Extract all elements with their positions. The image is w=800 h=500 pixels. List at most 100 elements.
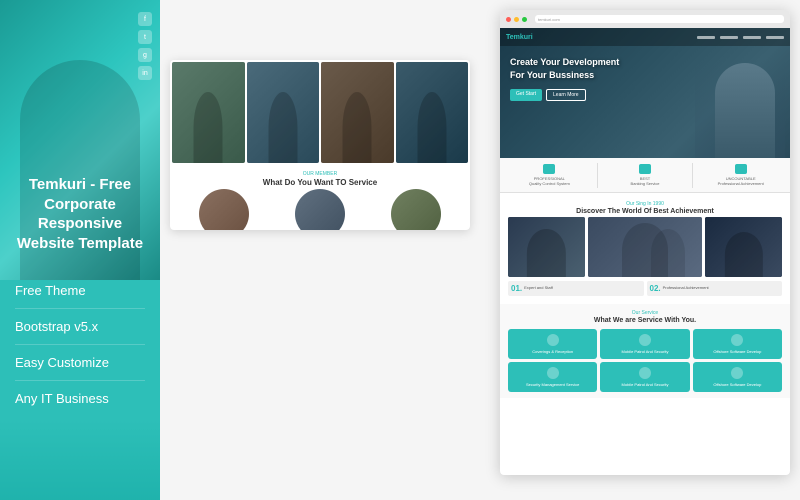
service-label-3: Offshore Software Develop <box>696 349 779 354</box>
member-section: OUR MEMBER What Do You Want TO Service E… <box>170 165 470 230</box>
service-title: What We are Service With You. <box>508 317 782 324</box>
service-label-2: Mobile Patrol And Security <box>603 349 686 354</box>
nav-link-2 <box>720 36 738 39</box>
badge-1: 01. Expert and Staff <box>508 281 644 296</box>
photo-2 <box>247 62 320 163</box>
service-icon-4 <box>547 367 559 379</box>
member-card-3: ANDERSON Member <box>371 189 462 230</box>
left-content: Temkuri - Free Corporate Responsive Webs… <box>0 0 160 436</box>
section1-title: Discover The World Of Best Achievement <box>508 208 782 215</box>
nav-link-1 <box>697 36 715 39</box>
address-bar: temkuri.com <box>535 15 784 23</box>
achievement-img-3 <box>705 217 782 277</box>
feature-any-it: Any IT Business <box>15 381 145 416</box>
service-label-6: Offshore Software Develop <box>696 382 779 387</box>
achievement-images <box>508 217 782 277</box>
stat-divider-2 <box>692 163 693 188</box>
stat-icon-1 <box>543 164 555 174</box>
service-icon-2 <box>639 334 651 346</box>
service-card-5: Mobile Patrol And Security <box>600 362 689 392</box>
nav-bar: Temkuri <box>500 28 790 46</box>
photo-strip <box>170 60 470 165</box>
linkedin-icon[interactable]: in <box>138 66 152 80</box>
service-icon-5 <box>639 367 651 379</box>
feature-bootstrap: Bootstrap v5.x <box>15 309 145 345</box>
hero-buttons: Get Start Learn More <box>510 89 619 101</box>
badge-num-1: 01. <box>511 284 522 293</box>
photo-4 <box>396 62 469 163</box>
stat-icon-3 <box>735 164 747 174</box>
left-panel: f t g in Temkuri - Free Corporate Respon… <box>0 0 160 500</box>
stat-sublabel-2: Banking Service <box>631 181 660 186</box>
badge-text-2: Professional Achievement <box>663 286 709 291</box>
achievement-img-2 <box>588 217 703 277</box>
service-label-5: Mobile Patrol And Security <box>603 382 686 387</box>
stat-3: UNCOUNTABLE Professional Achievement <box>699 164 782 186</box>
nav-link-3 <box>743 36 761 39</box>
member-cards: EDWARD RATH Author BUREL SMITH Member AN… <box>178 189 462 230</box>
hero-btn-primary[interactable]: Get Start <box>510 89 542 101</box>
member-eyebrow: OUR MEMBER <box>178 171 462 177</box>
hero-title-line2: For Your Bussiness <box>510 69 619 82</box>
service-icon-6 <box>731 367 743 379</box>
service-card-3: Offshore Software Develop <box>693 329 782 359</box>
stat-divider-1 <box>597 163 598 188</box>
service-icon-3 <box>731 334 743 346</box>
service-label-4: Security Management Service <box>511 382 594 387</box>
achievement-section: Our Sing In 1990 Discover The World Of B… <box>500 193 790 304</box>
browser-dot-green <box>522 17 527 22</box>
twitter-icon[interactable]: t <box>138 30 152 44</box>
stat-2: BEST Banking Service <box>604 164 687 186</box>
service-card-2: Mobile Patrol And Security <box>600 329 689 359</box>
social-icons-group: f t g in <box>138 12 152 80</box>
right-panel: OUR MEMBER What Do You Want TO Service E… <box>160 0 800 500</box>
browser-dot-yellow <box>514 17 519 22</box>
facebook-icon[interactable]: f <box>138 12 152 26</box>
service-card-6: Offshore Software Develop <box>693 362 782 392</box>
badge-num-2: 02. <box>650 284 661 293</box>
hero-text: Create Your Development For Your Bussine… <box>510 56 619 101</box>
service-card-4: Security Management Service <box>508 362 597 392</box>
achievement-img-1 <box>508 217 585 277</box>
feature-list: Free Theme Bootstrap v5.x Easy Customize… <box>15 273 145 416</box>
service-icon-1 <box>547 334 559 346</box>
browser-bar: temkuri.com <box>500 10 790 28</box>
service-grid: Coverings & Reception Mobile Patrol And … <box>508 329 782 392</box>
stat-icon-2 <box>639 164 651 174</box>
browser-dot-red <box>506 17 511 22</box>
photo-3 <box>321 62 394 163</box>
stat-sublabel-1: Quality Control System <box>529 181 570 186</box>
feature-easy-customize: Easy Customize <box>15 345 145 381</box>
section1-eyebrow: Our Sing In 1990 <box>508 201 782 207</box>
stat-sublabel-3: Professional Achievement <box>718 181 764 186</box>
member-photo-1 <box>199 189 249 230</box>
badge-2: 02. Professional Achievement <box>647 281 783 296</box>
badge-text-1: Expert and Staff <box>524 286 553 291</box>
nav-logo: Temkuri <box>506 34 533 41</box>
member-card-1: EDWARD RATH Author <box>178 189 269 230</box>
website-mockup: temkuri.com Temkuri Create Your Developm… <box>500 10 790 475</box>
main-title: Temkuri - Free Corporate Responsive Webs… <box>15 175 145 253</box>
hero-section: Temkuri Create Your Development For Your… <box>500 28 790 158</box>
member-title: What Do You Want TO Service <box>178 178 462 187</box>
hero-person-image <box>695 58 785 158</box>
member-photo-3 <box>391 189 441 230</box>
service-label-1: Coverings & Reception <box>511 349 594 354</box>
feature-free-theme: Free Theme <box>15 273 145 309</box>
photos-card: OUR MEMBER What Do You Want TO Service E… <box>170 60 470 230</box>
service-section: Our Service What We are Service With You… <box>500 304 790 398</box>
section2-eyebrow: Our Service <box>508 310 782 316</box>
nav-links <box>697 36 784 39</box>
achievement-badges: 01. Expert and Staff 02. Professional Ac… <box>508 281 782 296</box>
hero-btn-secondary[interactable]: Learn More <box>546 89 586 101</box>
member-photo-2 <box>295 189 345 230</box>
member-card-2: BUREL SMITH Member <box>274 189 365 230</box>
google-icon[interactable]: g <box>138 48 152 62</box>
photo-1 <box>172 62 245 163</box>
nav-link-4 <box>766 36 784 39</box>
stats-bar: PROFESSIONAL Quality Control System BEST… <box>500 158 790 193</box>
stat-1: PROFESSIONAL Quality Control System <box>508 164 591 186</box>
service-card-1: Coverings & Reception <box>508 329 597 359</box>
hero-title-line1: Create Your Development <box>510 56 619 69</box>
preview-cards-left: OUR MEMBER What Do You Want TO Service E… <box>170 60 480 470</box>
